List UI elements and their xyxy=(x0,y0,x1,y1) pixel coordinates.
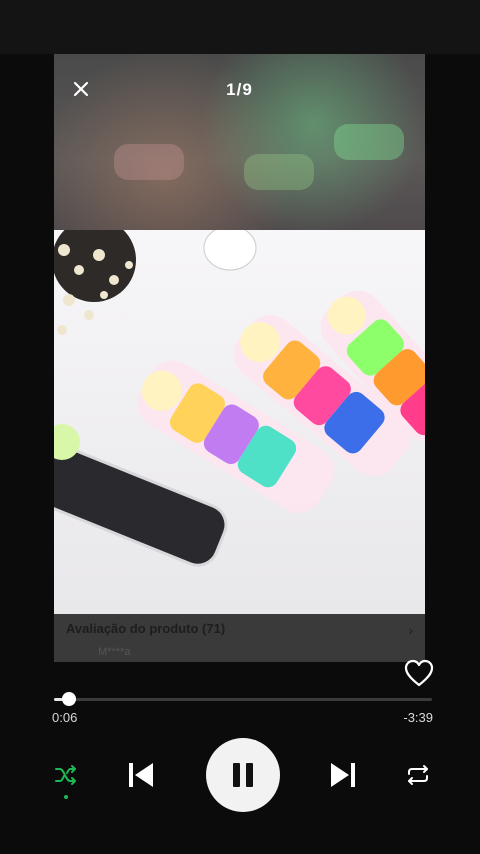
like-button[interactable] xyxy=(404,659,434,687)
blurred-product xyxy=(244,154,314,190)
pause-button[interactable] xyxy=(206,738,280,812)
progress-bar[interactable] xyxy=(54,692,432,706)
image-counter: 1/9 xyxy=(226,80,253,99)
status-bar xyxy=(0,0,480,54)
review-user: M****a xyxy=(98,646,131,658)
pause-icon xyxy=(233,763,253,787)
shuffle-icon xyxy=(55,765,76,785)
heart-icon xyxy=(404,659,434,687)
remaining-time: -3:39 xyxy=(403,710,433,725)
repeat-icon xyxy=(408,765,428,785)
repeat-button[interactable] xyxy=(403,760,433,790)
shuffle-button[interactable] xyxy=(51,760,81,790)
previous-button[interactable] xyxy=(122,756,160,794)
product-photo xyxy=(54,230,425,614)
blurred-product xyxy=(114,144,184,180)
skip-next-icon xyxy=(331,763,355,787)
chevron-right-icon: › xyxy=(408,622,413,638)
product-photo-art xyxy=(54,230,425,614)
player-screen: 1/9 Avaliação do produto (71) › M****a 0… xyxy=(0,0,480,854)
video-frame[interactable]: 1/9 Avaliação do produto (71) › M****a xyxy=(54,54,425,662)
next-button[interactable] xyxy=(324,756,362,794)
blurred-product xyxy=(334,124,404,160)
skip-previous-icon xyxy=(129,763,153,787)
review-title: Avaliação do produto (71) xyxy=(66,621,226,636)
shuffle-active-indicator xyxy=(64,795,68,799)
review-section[interactable]: Avaliação do produto (71) › M****a xyxy=(54,614,425,662)
elapsed-time: 0:06 xyxy=(52,710,78,725)
progress-knob[interactable] xyxy=(62,692,77,706)
